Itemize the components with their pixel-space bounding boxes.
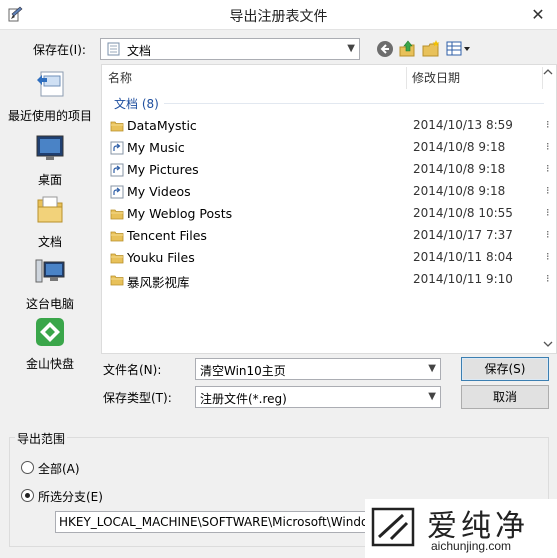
- filetype-select[interactable]: 注册文件(*.reg) ▼: [195, 386, 441, 408]
- place-documents[interactable]: 文档: [0, 194, 100, 250]
- folder-icon: [110, 253, 124, 264]
- close-button[interactable]: ✕: [527, 4, 549, 26]
- file-list[interactable]: 名称 ⌃ 修改日期 文档 (8) DataMystic 2014/10/13 8:…: [101, 64, 557, 354]
- folder-icon: [110, 231, 124, 242]
- file-row[interactable]: Youku Files 2014/10/11 8:04 ⁝: [102, 247, 556, 269]
- folder-icon: [110, 121, 124, 132]
- radio-all-label[interactable]: 全部(A): [38, 460, 80, 477]
- file-name: 暴风影视库: [127, 275, 190, 290]
- file-row[interactable]: My Weblog Posts 2014/10/8 10:55 ⁝: [102, 203, 556, 225]
- filetype-value: 注册文件(*.reg): [200, 392, 287, 406]
- watermark-url: aichunjing.com: [431, 539, 512, 553]
- watermark: 爱纯净 aichunjing.com: [365, 499, 557, 558]
- desktop-icon: [36, 135, 64, 160]
- file-name: My Pictures: [127, 162, 199, 177]
- filename-value: 清空Win10主页: [200, 364, 286, 378]
- file-row[interactable]: My Videos 2014/10/8 9:18 ⁝: [102, 181, 556, 203]
- folder-icon: [110, 209, 124, 220]
- kuaipan-icon: [36, 318, 64, 346]
- file-name: My Weblog Posts: [127, 206, 233, 221]
- radio-selected-branch[interactable]: [21, 489, 34, 502]
- filename-combo[interactable]: 清空Win10主页 ▼: [195, 358, 441, 380]
- place-desktop[interactable]: 桌面: [0, 132, 100, 188]
- sort-ascending-icon: ⌃: [250, 64, 258, 72]
- place-recent[interactable]: 最近使用的项目: [0, 68, 100, 124]
- file-name: Youku Files: [127, 250, 195, 265]
- file-date: 2014/10/11 9:10: [413, 272, 513, 286]
- file-row[interactable]: DataMystic 2014/10/13 8:59 ⁝: [102, 115, 556, 137]
- place-kuaipan[interactable]: 金山快盘: [0, 316, 100, 372]
- place-this-pc[interactable]: 这台电脑: [0, 256, 100, 312]
- chevron-down-icon[interactable]: ▼: [428, 363, 436, 375]
- column-header-name[interactable]: 名称: [108, 65, 132, 91]
- column-header-date[interactable]: 修改日期: [412, 65, 460, 91]
- branch-path-value: HKEY_LOCAL_MACHINE\SOFTWARE\Microsoft\Wi…: [59, 515, 385, 529]
- shortcut-icon: [110, 141, 124, 155]
- file-date: 2014/10/8 9:18: [413, 140, 506, 154]
- title-bar: 导出注册表文件 ✕: [0, 0, 557, 30]
- window-title: 导出注册表文件: [229, 9, 328, 25]
- file-date: 2014/10/13 8:59: [413, 118, 513, 132]
- filename-label: 文件名(N):: [103, 363, 162, 377]
- file-row[interactable]: My Music 2014/10/8 9:18 ⁝: [102, 137, 556, 159]
- column-divider[interactable]: [406, 67, 407, 89]
- file-name: My Videos: [127, 184, 191, 199]
- chevron-down-icon: ▼: [347, 43, 355, 54]
- view-menu-icon[interactable]: [445, 39, 473, 59]
- file-date: 2014/10/17 7:37: [413, 228, 513, 242]
- file-row[interactable]: Tencent Files 2014/10/17 7:37 ⁝: [102, 225, 556, 247]
- place-label: 金山快盘: [25, 357, 74, 371]
- place-label: 最近使用的项目: [7, 109, 92, 123]
- file-date: 2014/10/11 8:04: [413, 250, 513, 264]
- save-in-value: 文档: [127, 44, 152, 58]
- file-row[interactable]: 暴风影视库 2014/10/11 9:10 ⁝: [102, 269, 556, 291]
- places-bar: 最近使用的项目 桌面 文档 这台电脑 金山快盘: [0, 62, 100, 372]
- back-icon[interactable]: [375, 39, 395, 59]
- radio-all[interactable]: [21, 461, 34, 474]
- save-in-label: 保存在(I):: [33, 43, 86, 57]
- save-button[interactable]: 保存(S): [461, 357, 549, 381]
- cancel-button[interactable]: 取消: [461, 385, 549, 409]
- documents-icon: [37, 196, 63, 223]
- export-range-title: 导出范围: [15, 430, 68, 447]
- group-header[interactable]: 文档 (8): [114, 95, 159, 112]
- place-label: 桌面: [37, 173, 62, 187]
- radio-selected-branch-label[interactable]: 所选分支(E): [38, 488, 103, 505]
- file-date: 2014/10/8 9:18: [413, 162, 506, 176]
- new-folder-icon[interactable]: [421, 39, 441, 59]
- folder-icon: [110, 275, 124, 286]
- file-name: Tencent Files: [127, 228, 207, 243]
- file-name: DataMystic: [127, 118, 197, 133]
- file-date: 2014/10/8 10:55: [413, 206, 513, 220]
- place-label: 文档: [37, 235, 62, 249]
- group-divider: [164, 103, 544, 104]
- recent-items-icon: [37, 71, 64, 97]
- shortcut-icon: [110, 163, 124, 177]
- filetype-label: 保存类型(T):: [103, 391, 172, 405]
- vertical-scrollbar[interactable]: [541, 66, 555, 352]
- brand-logo-icon: [371, 507, 415, 547]
- this-pc-icon: [35, 259, 65, 283]
- chevron-down-icon[interactable]: ▼: [428, 391, 436, 403]
- file-date: 2014/10/8 9:18: [413, 184, 506, 198]
- save-in-combo[interactable]: 文档 ▼: [100, 38, 360, 60]
- documents-folder-icon: [107, 42, 120, 56]
- shortcut-icon: [110, 185, 124, 199]
- up-folder-icon[interactable]: [398, 39, 418, 59]
- place-label: 这台电脑: [25, 297, 74, 311]
- file-name: My Music: [127, 140, 185, 155]
- file-row[interactable]: My Pictures 2014/10/8 9:18 ⁝: [102, 159, 556, 181]
